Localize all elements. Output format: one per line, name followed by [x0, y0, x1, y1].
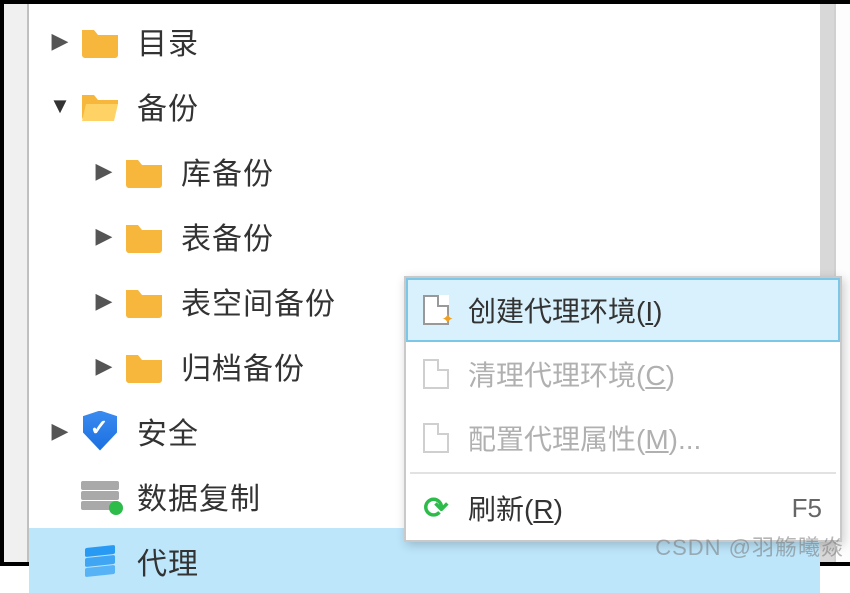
- tree-item-backup[interactable]: ▼ 备份: [29, 73, 820, 138]
- chevron-right-icon[interactable]: ▶: [91, 223, 117, 249]
- folder-icon: [123, 215, 165, 257]
- tree-label: 目录: [137, 19, 199, 63]
- left-gutter: [4, 4, 29, 562]
- chevron-right-icon[interactable]: ▶: [47, 418, 73, 444]
- context-menu: 创建代理环境(I) 清理代理环境(C) 配置代理属性(M)... ⟳ 刷新(R)…: [404, 276, 842, 542]
- tree-label: 归档备份: [181, 344, 305, 388]
- tree-label: 表空间备份: [181, 279, 336, 323]
- menu-config-agent-props: 配置代理属性(M)...: [406, 406, 840, 470]
- chevron-right-icon[interactable]: ▶: [91, 353, 117, 379]
- tree-label: 代理: [137, 539, 199, 583]
- menu-create-agent-env[interactable]: 创建代理环境(I): [406, 278, 840, 342]
- tree-label: 备份: [137, 84, 199, 128]
- tree-item-table-backup[interactable]: ▶ 表备份: [29, 203, 820, 268]
- tree-label: 数据复制: [137, 474, 261, 518]
- menu-label: 刷新(R): [468, 488, 563, 528]
- menu-label: 创建代理环境(I): [468, 290, 662, 330]
- folder-open-icon: [79, 85, 121, 127]
- tree-label: 表备份: [181, 214, 274, 258]
- tree-label: 库备份: [181, 149, 274, 193]
- menu-separator: [410, 472, 836, 474]
- folder-icon: [79, 20, 121, 62]
- folder-icon: [123, 345, 165, 387]
- menu-clean-agent-env: 清理代理环境(C): [406, 342, 840, 406]
- chevron-right-icon[interactable]: ▶: [47, 28, 73, 54]
- menu-label: 清理代理环境(C): [468, 354, 675, 394]
- server-sync-icon: [79, 475, 121, 517]
- tree-label: 安全: [137, 409, 199, 453]
- refresh-icon: ⟳: [420, 492, 452, 524]
- document-icon: [420, 358, 452, 390]
- tree-item-directory[interactable]: ▶ 目录: [29, 8, 820, 73]
- chevron-down-icon[interactable]: ▼: [47, 93, 73, 119]
- tree-item-lib-backup[interactable]: ▶ 库备份: [29, 138, 820, 203]
- menu-shortcut: F5: [792, 493, 822, 524]
- chevron-right-icon[interactable]: ▶: [91, 288, 117, 314]
- folder-icon: [123, 280, 165, 322]
- menu-label: 配置代理属性(M)...: [468, 418, 701, 458]
- folder-icon: [123, 150, 165, 192]
- document-icon: [420, 422, 452, 454]
- layers-icon: [79, 540, 121, 582]
- chevron-right-icon[interactable]: ▶: [91, 158, 117, 184]
- menu-refresh[interactable]: ⟳ 刷新(R) F5: [406, 476, 840, 540]
- document-new-icon: [420, 294, 452, 326]
- shield-icon: [79, 410, 121, 452]
